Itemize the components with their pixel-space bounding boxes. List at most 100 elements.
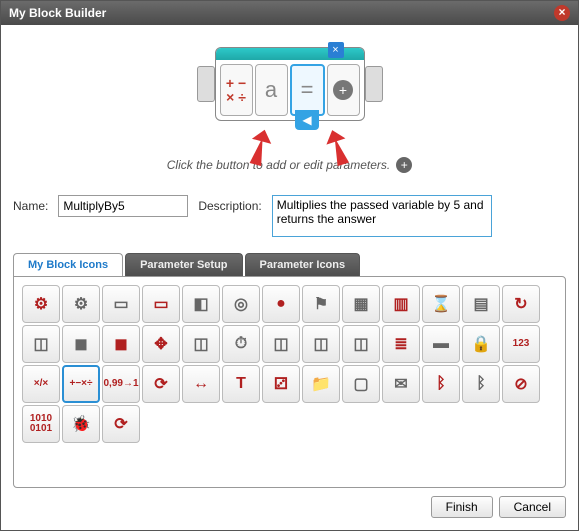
icon-case1[interactable]: ▬	[422, 325, 460, 363]
content-area: × + − × ÷ a = ◀ +	[1, 25, 578, 530]
dpad-icon: ✥	[154, 334, 167, 354]
cube2-icon: ◫	[193, 334, 208, 354]
steer-icon: ◎	[234, 294, 248, 314]
param-slot-icon[interactable]: + − × ÷	[220, 64, 253, 116]
case-lock-icon: 🔒	[471, 334, 491, 354]
icon-gears-gray[interactable]: ⚙	[62, 285, 100, 323]
tab-my-block-icons[interactable]: My Block Icons	[13, 253, 123, 276]
icon-cube5[interactable]: ◫	[342, 325, 380, 363]
icon-cube2[interactable]: ◫	[182, 325, 220, 363]
swirl2-icon: ⟳	[114, 414, 127, 434]
description-input[interactable]: Multiplies the passed variable by 5 and …	[272, 195, 492, 237]
block-preview: × + − × ÷ a = ◀ +	[13, 37, 566, 173]
motor2-icon: ◧	[193, 294, 208, 314]
cube3-icon: ◫	[273, 334, 288, 354]
icon-ops[interactable]: +−×÷	[62, 365, 100, 403]
binary-icon: 1010 0101	[30, 414, 52, 434]
ladybug-icon: 🐞	[71, 414, 91, 434]
finish-button[interactable]: Finish	[431, 496, 493, 518]
icon-cube1[interactable]: ◫	[22, 325, 60, 363]
icon-digits[interactable]: 123	[502, 325, 540, 363]
dialog-window: My Block Builder × × + − × ÷ a	[0, 0, 579, 531]
icon-no[interactable]: ⊘	[502, 365, 540, 403]
param-slot-equals[interactable]: = ◀	[290, 64, 325, 116]
motor1-icon: ▭	[113, 294, 128, 314]
no-icon: ⊘	[514, 374, 527, 394]
icon-block1[interactable]: ▦	[342, 285, 380, 323]
block-port-right	[365, 66, 383, 102]
icon-binary[interactable]: 1010 0101	[22, 405, 60, 443]
name-label: Name:	[13, 195, 48, 213]
icon-width[interactable]: ↔	[182, 365, 220, 403]
icon-dpad[interactable]: ✥	[142, 325, 180, 363]
icon-ladybug[interactable]: 🐞	[62, 405, 100, 443]
divide-x-icon: ×/×	[34, 379, 48, 389]
icon-folder[interactable]: 📁	[302, 365, 340, 403]
icon-stopwatch[interactable]: ⏱	[222, 325, 260, 363]
icon-case-lock[interactable]: 🔒	[462, 325, 500, 363]
width-icon: ↔	[193, 375, 209, 393]
icon-grid: ⚙⚙▭▭◧◎●⚑▦▥⌛▤↻◫◼◼✥◫⏱◫◫◫≣▬🔒123×/×+−×÷0,99→…	[22, 285, 557, 443]
block-header: ×	[216, 48, 364, 60]
delete-param-icon[interactable]: ×	[328, 42, 344, 58]
add-param-slot[interactable]: +	[327, 64, 360, 116]
icon-steer[interactable]: ◎	[222, 285, 260, 323]
icon-sign[interactable]: ⚑	[302, 285, 340, 323]
digits-icon: 123	[513, 339, 530, 349]
gears-red-icon: ⚙	[34, 294, 48, 314]
monitor-icon: ▢	[353, 374, 368, 394]
icon-cube-red[interactable]: ◼	[102, 325, 140, 363]
icon-monitor[interactable]: ▢	[342, 365, 380, 403]
round-icon: 0,99→1	[103, 379, 138, 389]
icon-text-t[interactable]: T	[222, 365, 260, 403]
block: × + − × ÷ a = ◀ +	[215, 47, 365, 121]
icon-bt2[interactable]: ᛒ	[462, 365, 500, 403]
icon-cube4[interactable]: ◫	[302, 325, 340, 363]
tab-bar: My Block Icons Parameter Setup Parameter…	[13, 253, 566, 276]
close-icon[interactable]: ×	[554, 5, 570, 21]
tab-parameter-icons[interactable]: Parameter Icons	[245, 253, 361, 276]
icon-gears-red[interactable]: ⚙	[22, 285, 60, 323]
icon-swirl[interactable]: ⟳	[142, 365, 180, 403]
cube-red-icon: ◼	[114, 334, 127, 354]
dialog-footer: Finish Cancel	[13, 488, 566, 518]
hint-row: Click the button to add or edit paramete…	[167, 157, 412, 173]
bt2-icon: ᛒ	[476, 375, 486, 393]
block2-icon: ▥	[393, 294, 408, 314]
hint-plus-icon[interactable]: +	[396, 157, 412, 173]
tab-parameter-setup[interactable]: Parameter Setup	[125, 253, 242, 276]
icon-divide-x[interactable]: ×/×	[22, 365, 60, 403]
plus-icon: +	[333, 80, 353, 100]
icon-block3[interactable]: ▤	[462, 285, 500, 323]
icon-bt1[interactable]: ᛒ	[422, 365, 460, 403]
cube5-icon: ◫	[353, 334, 368, 354]
folder-icon: 📁	[311, 374, 331, 394]
icon-mail[interactable]: ✉	[382, 365, 420, 403]
cancel-button[interactable]: Cancel	[499, 496, 566, 518]
ops-icon: +−×÷	[69, 379, 92, 389]
icon-hourglass[interactable]: ⌛	[422, 285, 460, 323]
dice-icon: ⚂	[274, 374, 288, 394]
icon-dice[interactable]: ⚂	[262, 365, 300, 403]
icon-block2[interactable]: ▥	[382, 285, 420, 323]
icon-stack[interactable]: ≣	[382, 325, 420, 363]
name-input[interactable]	[58, 195, 188, 217]
titlebar: My Block Builder ×	[1, 1, 578, 25]
hint-text: Click the button to add or edit paramete…	[167, 158, 390, 172]
icon-sync[interactable]: ↻	[502, 285, 540, 323]
icon-swirl2[interactable]: ⟳	[102, 405, 140, 443]
param-slot-a[interactable]: a	[255, 64, 288, 116]
icons-panel: ⚙⚙▭▭◧◎●⚑▦▥⌛▤↻◫◼◼✥◫⏱◫◫◫≣▬🔒123×/×+−×÷0,99→…	[13, 276, 566, 488]
block-port-left	[197, 66, 215, 102]
icon-motor2[interactable]: ◧	[182, 285, 220, 323]
icon-cube3[interactable]: ◫	[262, 325, 300, 363]
ball-red-icon: ●	[276, 295, 286, 313]
icon-motor-red[interactable]: ▭	[142, 285, 180, 323]
sign-icon: ⚑	[314, 294, 328, 314]
icon-round[interactable]: 0,99→1	[102, 365, 140, 403]
icon-ball-red[interactable]: ●	[262, 285, 300, 323]
icon-cube-dark[interactable]: ◼	[62, 325, 100, 363]
stack-icon: ≣	[394, 334, 407, 354]
icon-motor1[interactable]: ▭	[102, 285, 140, 323]
hourglass-icon: ⌛	[431, 294, 451, 314]
